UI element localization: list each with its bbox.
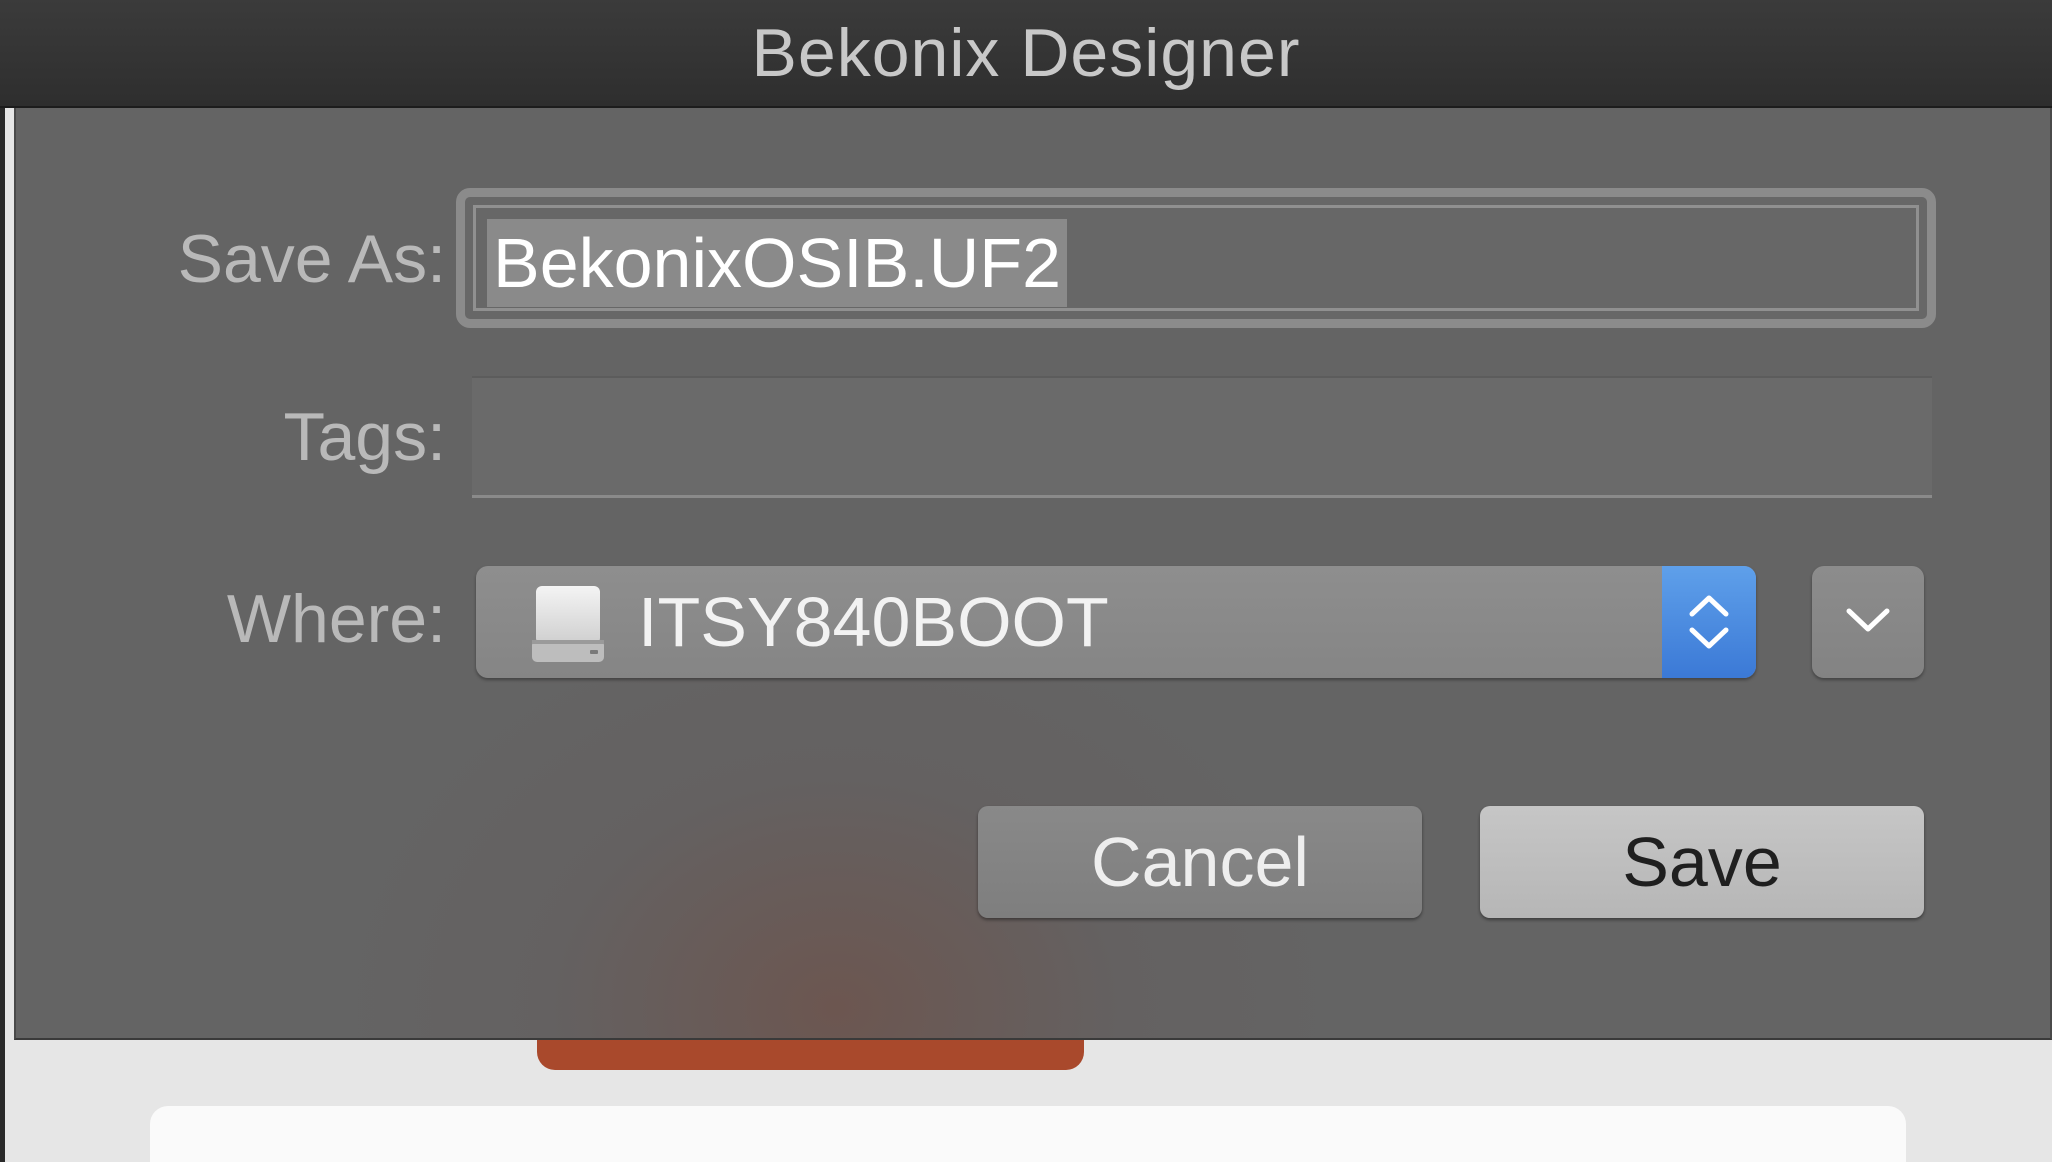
- where-value: ITSY840BOOT: [638, 583, 1109, 661]
- expand-dialog-button[interactable]: [1812, 566, 1924, 678]
- tags-label: Tags:: [283, 399, 446, 475]
- save-as-label: Save As:: [177, 221, 446, 297]
- external-drive-icon: [530, 584, 606, 664]
- save-as-value[interactable]: BekonixOSIB.UF2: [487, 219, 1067, 307]
- background-card: [150, 1106, 1906, 1162]
- save-dialog-sheet: Save As: BekonixOSIB.UF2 Tags: Where: IT…: [14, 108, 2052, 1040]
- tags-field[interactable]: [472, 376, 1932, 498]
- popup-stepper-icon[interactable]: [1662, 566, 1756, 678]
- where-label: Where:: [226, 581, 446, 657]
- where-popup-button[interactable]: ITSY840BOOT: [476, 566, 1756, 678]
- save-button[interactable]: Save: [1480, 806, 1924, 918]
- save-as-field[interactable]: BekonixOSIB.UF2: [456, 188, 1936, 328]
- screen: Bekonix Designer Save As: BekonixOSIB.UF…: [0, 0, 2052, 1162]
- window-titlebar: Bekonix Designer: [0, 0, 2052, 108]
- background-window-edge: [0, 0, 5, 1162]
- window-title: Bekonix Designer: [751, 15, 1301, 91]
- cancel-button[interactable]: Cancel: [978, 806, 1422, 918]
- chevron-down-icon: [1843, 605, 1893, 640]
